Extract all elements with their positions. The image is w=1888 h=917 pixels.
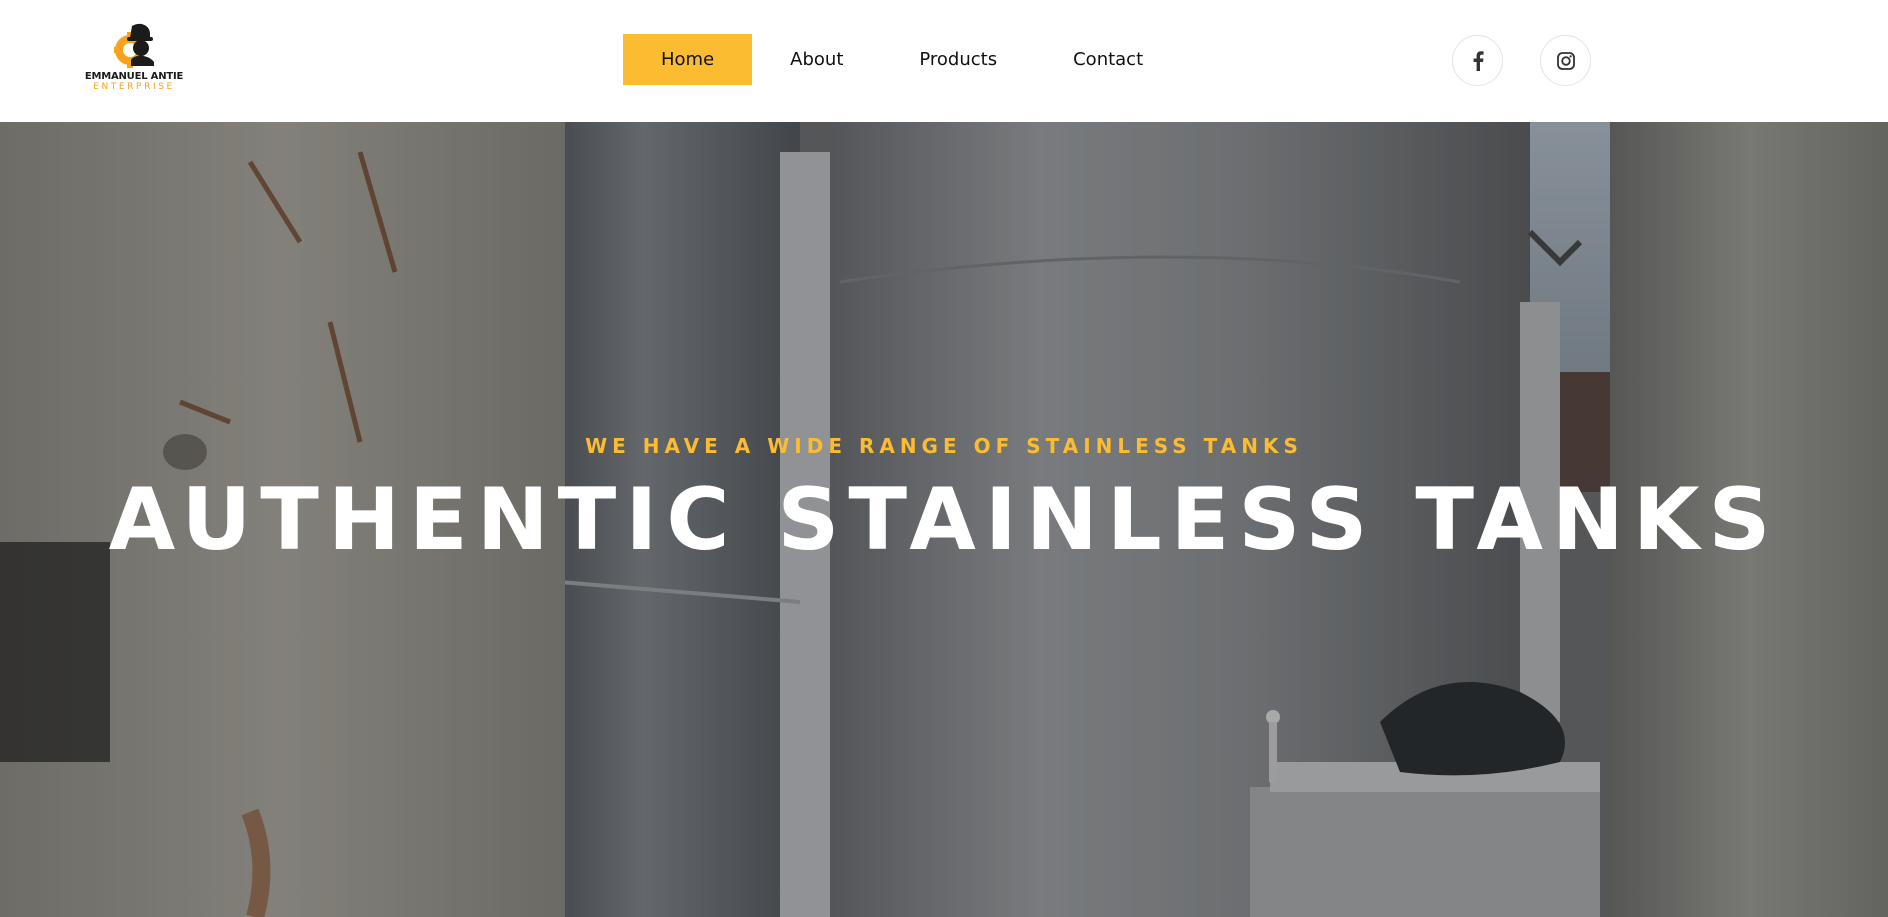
hero-subtitle: WE HAVE A WIDE RANGE OF STAINLESS TANKS xyxy=(585,434,1303,458)
hero-section: WE HAVE A WIDE RANGE OF STAINLESS TANKS … xyxy=(0,122,1888,917)
instagram-button[interactable] xyxy=(1540,35,1591,86)
worker-gear-icon xyxy=(114,23,154,68)
brand-logo[interactable]: EMMANUEL ANTIE ENTERPRISE xyxy=(84,22,184,94)
brand-tagline: ENTERPRISE xyxy=(93,82,175,92)
facebook-button[interactable] xyxy=(1452,35,1503,86)
hero-title: AUTHENTIC STAINLESS TANKS xyxy=(108,470,1780,570)
nav-item-contact[interactable]: Contact xyxy=(1035,34,1181,85)
nav-item-home[interactable]: Home xyxy=(623,34,753,85)
nav-item-about[interactable]: About xyxy=(752,34,881,85)
site-header: EMMANUEL ANTIE ENTERPRISE Home About Pro… xyxy=(0,0,1888,122)
facebook-icon xyxy=(1473,50,1484,71)
main-nav: Home About Products Contact xyxy=(623,34,1181,85)
nav-item-products[interactable]: Products xyxy=(881,34,1035,85)
brand-name: EMMANUEL ANTIE xyxy=(84,71,184,82)
instagram-icon xyxy=(1556,51,1575,70)
